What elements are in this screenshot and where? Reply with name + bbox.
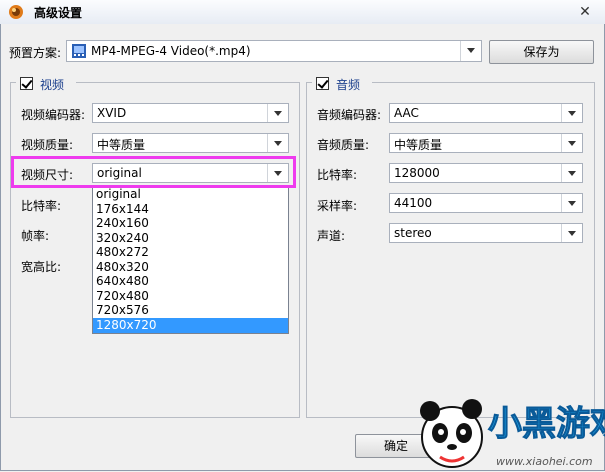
video-encoder-value: XVID [97, 106, 127, 120]
list-item-selected[interactable]: 1280x720 [93, 318, 288, 333]
svg-text:www.xiaohei.com: www.xiaohei.com [496, 455, 593, 468]
video-encoder-combo[interactable]: XVID [92, 103, 289, 123]
video-bitrate-label: 比特率: [21, 199, 62, 213]
audio-encoder-combo[interactable]: AAC [389, 103, 583, 123]
list-item[interactable]: 720x480 [93, 289, 288, 303]
chevron-down-icon[interactable] [561, 164, 582, 182]
chevron-down-icon[interactable] [561, 134, 582, 152]
audio-encoder-label: 音频编码器: [317, 108, 382, 122]
video-file-icon [72, 44, 86, 58]
audio-samplerate-value: 44100 [394, 196, 433, 210]
list-item[interactable]: 176x144 [93, 202, 288, 216]
video-group-title: 视频 [40, 78, 65, 92]
close-icon[interactable]: ✕ [576, 3, 594, 21]
audio-bitrate-label: 比特率: [317, 168, 358, 182]
ok-button-label: 确定 [383, 439, 408, 453]
audio-samplerate-combo[interactable]: 44100 [389, 193, 583, 213]
audio-quality-value: 中等质量 [394, 138, 443, 152]
audio-encoder-value: AAC [394, 106, 419, 120]
svg-text:小黑游戏: 小黑游戏 [488, 404, 605, 444]
preset-label: 预置方案: [9, 46, 62, 60]
video-aspect-label: 宽高比: [21, 260, 62, 274]
chevron-down-icon[interactable] [561, 104, 582, 122]
audio-channels-combo[interactable]: stereo [389, 223, 583, 243]
video-size-dropdown-list[interactable]: original 176x144 240x160 320x240 480x272… [92, 186, 289, 334]
audio-enable-checkbox[interactable] [316, 77, 329, 90]
chevron-down-icon[interactable] [267, 104, 288, 122]
chevron-down-icon[interactable] [267, 134, 288, 152]
video-enable-checkbox[interactable] [20, 77, 33, 90]
video-quality-combo[interactable]: 中等质量 [92, 133, 289, 153]
video-framerate-label: 帧率: [21, 229, 50, 243]
audio-group-header: 音频 [312, 75, 372, 93]
audio-bitrate-combo[interactable]: 128000 [389, 163, 583, 183]
app-logo-icon [9, 5, 23, 19]
list-item[interactable]: 480x320 [93, 260, 288, 274]
audio-bitrate-value: 128000 [394, 166, 440, 180]
watermark-logo: 小黑游戏 www.xiaohei.com [420, 399, 605, 469]
list-item[interactable]: 240x160 [93, 216, 288, 230]
audio-samplerate-label: 采样率: [317, 199, 358, 213]
video-group-header: 视频 [16, 75, 76, 93]
audio-channels-value: stereo [394, 226, 432, 240]
chevron-down-icon[interactable] [561, 194, 582, 212]
window-title: 高级设置 [34, 6, 83, 20]
list-item[interactable]: 720x576 [93, 303, 288, 317]
panda-icon [420, 399, 483, 468]
title-bar: 高级设置 ✕ [0, 0, 605, 25]
video-encoder-label: 视频编码器: [21, 108, 86, 122]
audio-quality-label: 音频质量: [317, 138, 370, 152]
list-item[interactable]: 320x240 [93, 231, 288, 245]
chevron-down-icon[interactable] [460, 41, 481, 61]
highlight-box [11, 156, 296, 188]
list-item[interactable]: 480x272 [93, 245, 288, 259]
list-item[interactable]: original [93, 187, 288, 201]
save-as-button[interactable]: 保存为 [489, 40, 594, 64]
audio-channels-label: 声道: [317, 229, 346, 243]
preset-combo[interactable]: MP4-MPEG-4 Video(*.mp4) [66, 40, 482, 62]
audio-group-title: 音频 [336, 78, 361, 92]
audio-quality-combo[interactable]: 中等质量 [389, 133, 583, 153]
preset-value: MP4-MPEG-4 Video(*.mp4) [91, 44, 251, 58]
chevron-down-icon[interactable] [561, 224, 582, 242]
video-quality-value: 中等质量 [97, 138, 146, 152]
video-quality-label: 视频质量: [21, 138, 74, 152]
list-item[interactable]: 640x480 [93, 274, 288, 288]
watermark-text: 小黑游戏 www.xiaohei.com [488, 404, 605, 469]
